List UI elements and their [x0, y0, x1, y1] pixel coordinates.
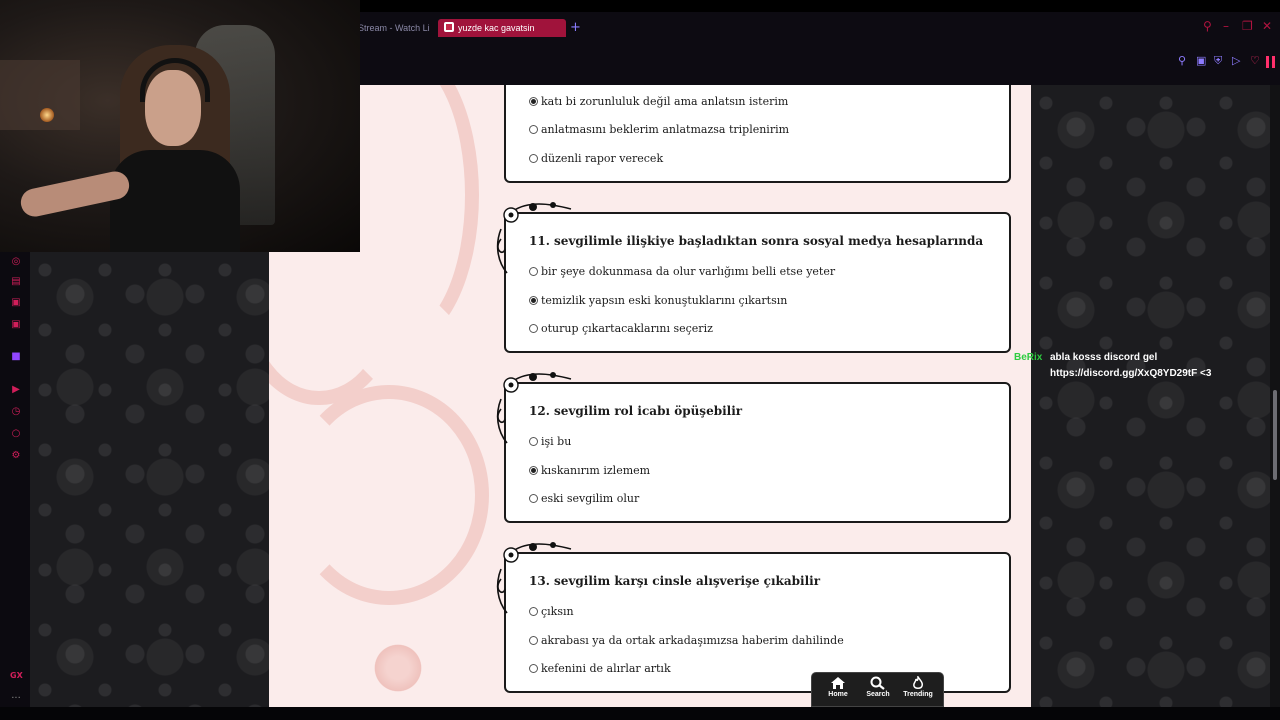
nav-trending[interactable]: Trending — [898, 676, 938, 698]
radio-unselected[interactable] — [529, 267, 538, 276]
play-icon[interactable]: ▷ — [1232, 54, 1240, 68]
option-label: çıksın — [541, 605, 574, 618]
decor-swirl — [289, 385, 489, 605]
player-icon[interactable]: ▶ — [10, 384, 22, 396]
radio-selected[interactable] — [529, 97, 538, 106]
pin-icon[interactable]: ⚲ — [1178, 54, 1186, 68]
radio-selected[interactable] — [529, 296, 538, 305]
option-row[interactable]: işi bu — [529, 435, 571, 449]
more-icon[interactable]: ... — [10, 690, 22, 702]
speed-dial-icon[interactable]: ◎ — [10, 256, 22, 268]
decor-rose — [371, 641, 425, 695]
damask-background-right — [1031, 85, 1280, 707]
webcam-overlay — [0, 0, 360, 252]
option-label: kıskanırım izlemem — [541, 464, 651, 477]
nav-search[interactable]: Search — [858, 676, 898, 698]
radio-unselected[interactable] — [529, 664, 538, 673]
damask-background-left — [30, 252, 269, 707]
settings-icon[interactable]: ⚙ — [10, 450, 22, 462]
option-label: katı bi zorunluluk değil ama anlatsın is… — [541, 95, 789, 108]
messenger-icon[interactable]: ▣ — [10, 319, 22, 331]
close-icon[interactable]: ✕ — [1262, 18, 1272, 34]
option-label: bir şeye dokunmasa da olur varlığımı bel… — [541, 265, 836, 278]
option-row[interactable]: bir şeye dokunmasa da olur varlığımı bel… — [529, 265, 835, 279]
option-row[interactable]: oturup çıkartacaklarını seçeriz — [529, 322, 713, 336]
bottom-navigation: Home Search Trending — [811, 672, 944, 707]
question-card-10: katı bi zorunluluk değil ama anlatsın is… — [504, 85, 1011, 183]
chat-message: BeRix abla kosss discord gel https://dis… — [1014, 350, 1254, 382]
sidebar-rail: ◎ ▤ ▣ ▣ ■ ▶ ◷ ○ ⚙ GX ... — [0, 252, 30, 707]
snapshot-icon[interactable]: ▣ — [1196, 54, 1206, 68]
tab-stream[interactable]: Stream - Watch Li — [352, 19, 432, 37]
question-title: 12. sevgilim rol icabı öpüşebilir — [529, 404, 743, 418]
nav-search-label: Search — [866, 691, 890, 698]
question-card-12: 12. sevgilim rol icabı öpüşebilir işi bu… — [496, 372, 1011, 523]
home-icon — [831, 677, 845, 689]
history-icon[interactable]: ◷ — [10, 406, 22, 418]
option-label: işi bu — [541, 435, 572, 448]
taskbar-strip — [0, 707, 1280, 720]
instagram-icon[interactable]: ▣ — [10, 297, 22, 309]
option-row[interactable]: temizlik yapsın eski konuştuklarını çıka… — [529, 294, 787, 308]
search-icon — [870, 676, 885, 690]
question-title: 11. sevgilimle ilişkiye başladıktan sonr… — [529, 234, 984, 248]
option-row[interactable]: çıksın — [529, 605, 574, 619]
site-favicon-icon — [444, 22, 454, 32]
chat-icon[interactable]: ○ — [10, 428, 22, 440]
option-row[interactable]: anlatmasını beklerim anlatmazsa tripleni… — [529, 123, 789, 137]
option-row[interactable]: eski sevgilim olur — [529, 492, 639, 506]
chat-username: BeRix — [1014, 352, 1043, 363]
option-label: kefenini de alırlar artık — [541, 662, 671, 675]
quiz-page: katı bi zorunluluk değil ama anlatsın is… — [269, 85, 1031, 707]
restore-icon[interactable]: ❐ — [1242, 18, 1253, 34]
option-label: temizlik yapsın eski konuştuklarını çıka… — [541, 294, 788, 307]
radio-unselected[interactable] — [529, 494, 538, 503]
nav-home[interactable]: Home — [818, 676, 858, 698]
scrollbar-thumb[interactable] — [1273, 390, 1277, 480]
search-icon[interactable]: ⚲ — [1203, 18, 1212, 34]
option-row[interactable]: akrabası ya da ortak arkadaşımızsa haber… — [529, 634, 844, 648]
radio-unselected[interactable] — [529, 607, 538, 616]
twitch-icon[interactable]: ■ — [10, 351, 22, 363]
flame-icon — [913, 676, 923, 689]
option-row[interactable]: düzenli rapor verecek — [529, 152, 663, 166]
shop-icon[interactable]: ▤ — [10, 276, 22, 288]
nav-home-label: Home — [828, 691, 848, 698]
option-label: akrabası ya da ortak arkadaşımızsa haber… — [541, 634, 844, 647]
question-title: 13. sevgilim karşı cinsle alışverişe çık… — [529, 574, 821, 588]
shield-icon[interactable]: ⛨ — [1214, 54, 1222, 68]
option-label: eski sevgilim olur — [541, 492, 640, 505]
new-tab-button[interactable]: + — [570, 19, 581, 37]
radio-unselected[interactable] — [529, 636, 538, 645]
gx-logo: GX — [10, 671, 23, 680]
option-row[interactable]: katı bi zorunluluk değil ama anlatsın is… — [529, 95, 788, 109]
option-label: düzenli rapor verecek — [541, 152, 664, 165]
tab-quiz-active[interactable]: yuzde kac gavatsin — [438, 19, 566, 37]
option-label: oturup çıkartacaklarını seçeriz — [541, 322, 713, 335]
tab-quiz-label: yuzde kac gavatsin — [458, 23, 535, 33]
nav-trending-label: Trending — [903, 691, 933, 698]
option-row[interactable]: kefenini de alırlar artık — [529, 662, 671, 676]
screen: Stream - Watch Li yuzde kac gavatsin + ⚲… — [0, 0, 1280, 720]
question-card-11: 11. sevgilimle ilişkiye başladıktan sonr… — [496, 202, 1011, 353]
radio-unselected[interactable] — [529, 125, 538, 134]
option-row[interactable]: kıskanırım izlemem — [529, 464, 650, 478]
menu-bars-icon[interactable] — [1266, 56, 1269, 68]
radio-unselected[interactable] — [529, 154, 538, 163]
minimize-icon[interactable]: – — [1223, 18, 1229, 34]
heart-icon[interactable]: ♡ — [1250, 54, 1260, 68]
radio-unselected[interactable] — [529, 324, 538, 333]
radio-selected[interactable] — [529, 466, 538, 475]
radio-unselected[interactable] — [529, 437, 538, 446]
chat-text: abla kosss discord gel https://discord.g… — [1050, 352, 1212, 379]
option-label: anlatmasını beklerim anlatmazsa tripleni… — [541, 123, 790, 136]
